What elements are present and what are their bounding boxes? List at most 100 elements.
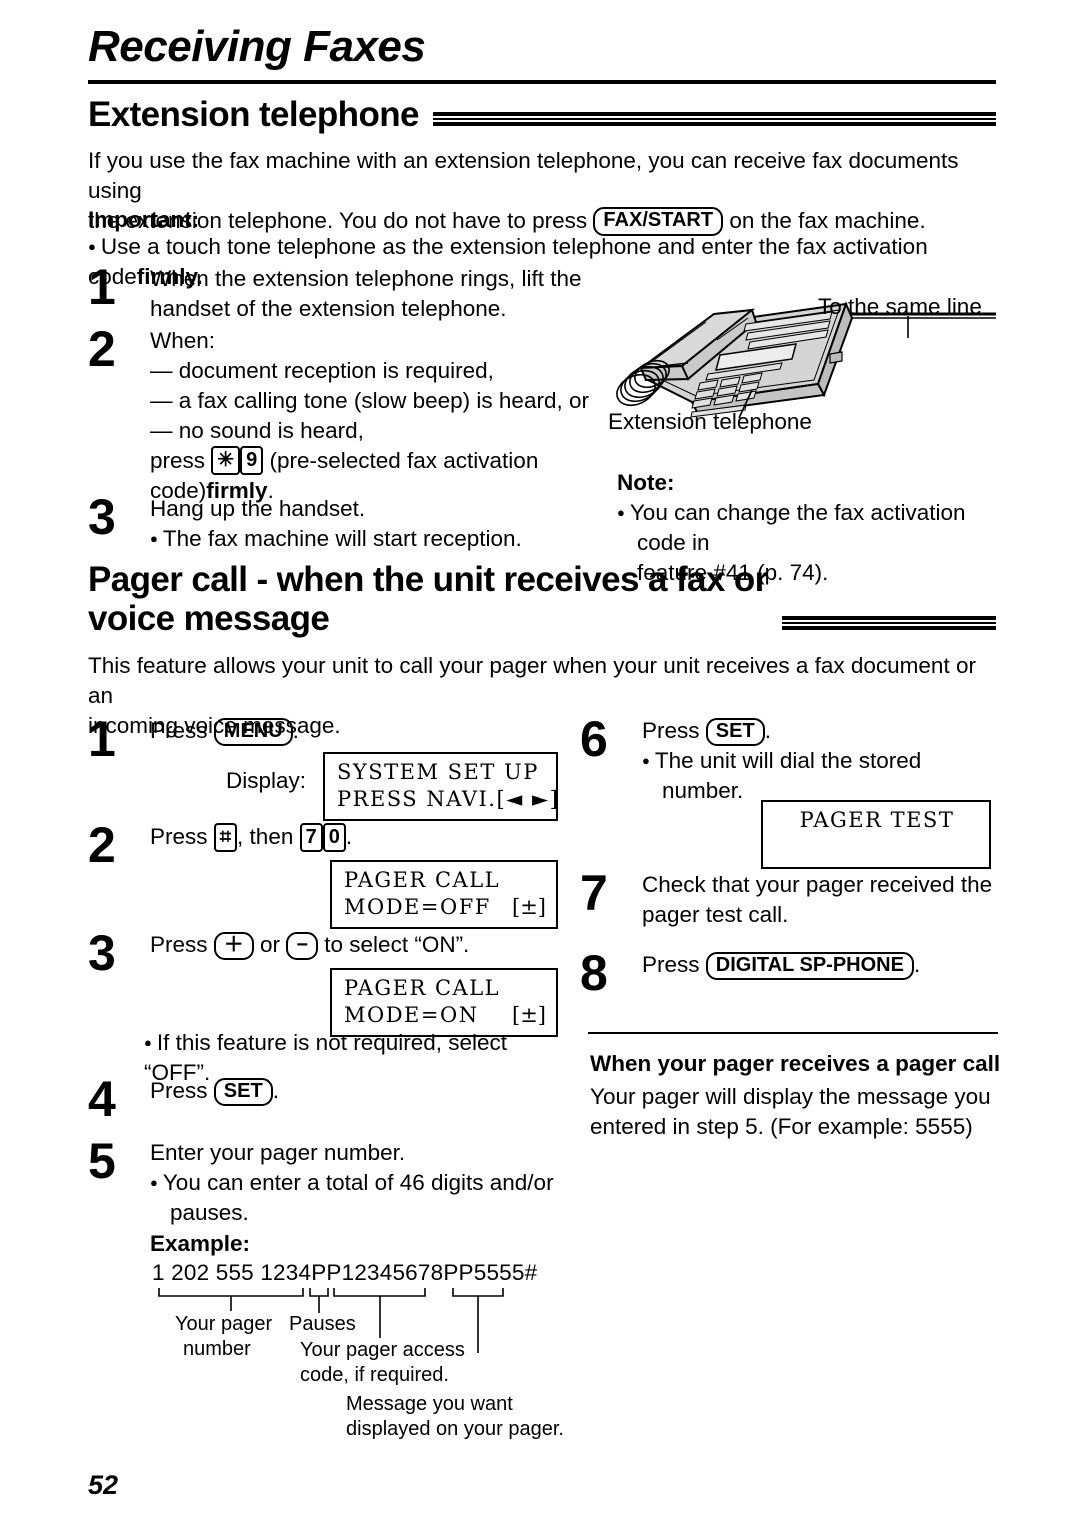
press-label: Press	[150, 932, 208, 957]
lcd-line-2-left: MODE=OFF	[344, 894, 491, 919]
note-label: Note:	[617, 470, 675, 495]
lcd-line-1: SYSTEM SET UP	[337, 760, 539, 784]
step-1-extension: 1 When the extension telephone rings, li…	[88, 259, 608, 324]
pager-receives-heading: When your pager receives a pager call	[590, 1051, 1001, 1076]
step-2-press-label: press	[150, 447, 206, 473]
press-label: Press	[150, 718, 208, 743]
step-number: 3	[88, 489, 116, 545]
step-body: Hang up the handset. The fax machine wil…	[150, 494, 608, 554]
press-period: .	[345, 824, 353, 849]
section1-intro-line1: If you use the fax machine with an exten…	[88, 148, 959, 203]
step-1-pager: 1 Press MENU.	[88, 714, 568, 764]
step-number: 7	[580, 865, 608, 921]
section2-heading-rule	[781, 616, 996, 631]
step-number: 5	[88, 1133, 116, 1189]
section1-heading-rule	[432, 112, 996, 127]
step-number: 2	[88, 321, 116, 377]
step-4-pager-line: Press SET.	[150, 1076, 568, 1107]
label-your-pager-number-l1: Your pager	[175, 1313, 273, 1335]
step-4-pager: 4 Press SET.	[88, 1074, 568, 1124]
plus-key[interactable]: ＋	[213, 931, 254, 961]
step-body: When the extension telephone rings, lift…	[150, 264, 608, 324]
lcd-line-1: PAGER TEST	[799, 808, 955, 832]
or-label: or	[260, 932, 281, 957]
step-8-pager: 8 Press DIGITAL SP-PHONE.	[580, 948, 1000, 998]
step-7-pager: 7 Check that your pager received the pag…	[580, 865, 1000, 930]
step-body: When: — document reception is required, …	[150, 326, 608, 506]
step-2-line-5: press ✳ 9 (pre-selected fax activation	[150, 446, 608, 476]
set-key[interactable]: SET	[705, 717, 765, 747]
step-7-line-2: pager test call.	[642, 901, 789, 927]
label-pauses: Pauses	[289, 1313, 356, 1335]
page-title: Receiving Faxes	[88, 22, 426, 71]
extension-telephone-illustration	[596, 262, 1000, 422]
step-3-bullet: The fax machine will start reception.	[150, 524, 608, 554]
step-3-pager: 3 Press ＋ or − to select “ON”.	[88, 928, 578, 978]
label-pager-access-code-l2: code, if required.	[300, 1364, 449, 1387]
step-5-line-1: Enter your pager number.	[150, 1140, 406, 1165]
select-on-label: to select “ON”.	[324, 932, 470, 957]
pager-receives-line-2: entered in step 5. (For example: 5555)	[590, 1113, 973, 1139]
label-your-pager-number: Your pager number	[175, 1312, 272, 1362]
lcd-line-2-right: [±]	[512, 1002, 546, 1027]
chapter-title-rule	[88, 80, 996, 84]
press-period: .	[764, 718, 771, 743]
step-5-bullet-line-1: You can enter a total of 46 digits and/o…	[150, 1170, 554, 1195]
lcd-line-2: [±] MODE=OFF	[344, 894, 546, 921]
step-number: 6	[580, 711, 608, 767]
seven-key[interactable]: 7	[299, 822, 323, 852]
step-6-press-line: Press SET.	[642, 716, 1000, 747]
menu-key[interactable]: MENU	[213, 717, 293, 747]
lcd-line-2	[775, 834, 979, 861]
step-3-pager-line: Press ＋ or − to select “ON”.	[150, 930, 578, 961]
step-number: 3	[88, 925, 116, 981]
to-the-same-line-label: To the same line	[818, 294, 982, 319]
lcd-line-1: PAGER CALL	[344, 976, 501, 1000]
digital-sp-phone-key[interactable]: DIGITAL SP-PHONE	[705, 951, 914, 981]
step-body: Check that your pager received the pager…	[642, 870, 1000, 930]
step-body: Press DIGITAL SP-PHONE.	[642, 950, 1000, 981]
section-divider	[588, 1032, 998, 1034]
step-body: Press MENU.	[150, 716, 568, 747]
set-key[interactable]: SET	[213, 1077, 273, 1107]
step-number: 1	[88, 259, 116, 315]
label-pager-access-code: Your pager access code, if required.	[300, 1338, 465, 1388]
step-3-extension: 3 Hang up the handset. The fax machine w…	[88, 489, 608, 554]
label-message-displayed-l1: Message you want	[346, 1393, 513, 1415]
section-heading-pager-call: Pager call - when the unit receives a fa…	[88, 560, 996, 638]
star-key[interactable]: ✳	[211, 446, 241, 476]
step-body: Enter your pager number. You can enter a…	[150, 1138, 578, 1228]
step-number: 2	[88, 817, 116, 873]
nine-key[interactable]: 9	[240, 446, 264, 476]
press-label: Press	[150, 824, 208, 849]
minus-key[interactable]: −	[286, 931, 319, 961]
press-label: Press	[150, 1078, 208, 1103]
lcd-line-2-left: MODE=ON	[344, 1002, 479, 1027]
press-period: .	[913, 952, 921, 977]
then-label: , then	[237, 824, 294, 849]
section1-heading-text: Extension telephone	[88, 95, 419, 134]
display-label: Display:	[226, 768, 307, 793]
step-2-line-2: — document reception is required,	[150, 357, 494, 383]
step-5-pager: 5 Enter your pager number. You can enter…	[88, 1133, 578, 1228]
section2-heading-text: Pager call - when the unit receives a fa…	[88, 560, 768, 639]
zero-key[interactable]: 0	[322, 822, 346, 852]
hash-key[interactable]: ⌗	[213, 822, 238, 852]
section1-intro: If you use the fax machine with an exten…	[88, 146, 998, 236]
press-period: .	[272, 1078, 279, 1103]
pager-receives-body: Your pager will display the message you …	[590, 1082, 1000, 1142]
press-label: Press	[642, 718, 700, 743]
step-7-line-1: Check that your pager received the	[642, 872, 993, 897]
step-2-line-5-post: (pre-selected fax activation	[269, 447, 539, 473]
note-line-1: You can change the fax activation code i…	[617, 500, 966, 555]
lcd-system-set-up: SYSTEM SET UP PRESS NAVI.[◄ ►]	[323, 752, 558, 821]
label-message-displayed: Message you want displayed on your pager…	[346, 1392, 564, 1442]
lcd-pager-call-on: PAGER CALL [±] MODE=ON	[330, 968, 558, 1037]
section1-intro-line2-post: on the fax machine.	[729, 207, 926, 233]
step-body: Press ⌗, then 70.	[150, 822, 568, 852]
manual-page: Receiving Faxes Extension telephone If y…	[0, 0, 1080, 1526]
step-2-pager-line: Press ⌗, then 70.	[150, 822, 568, 852]
press-label: Press	[642, 952, 700, 977]
step-number: 1	[88, 711, 116, 767]
lcd-pager-call-off: PAGER CALL [±] MODE=OFF	[330, 860, 558, 929]
